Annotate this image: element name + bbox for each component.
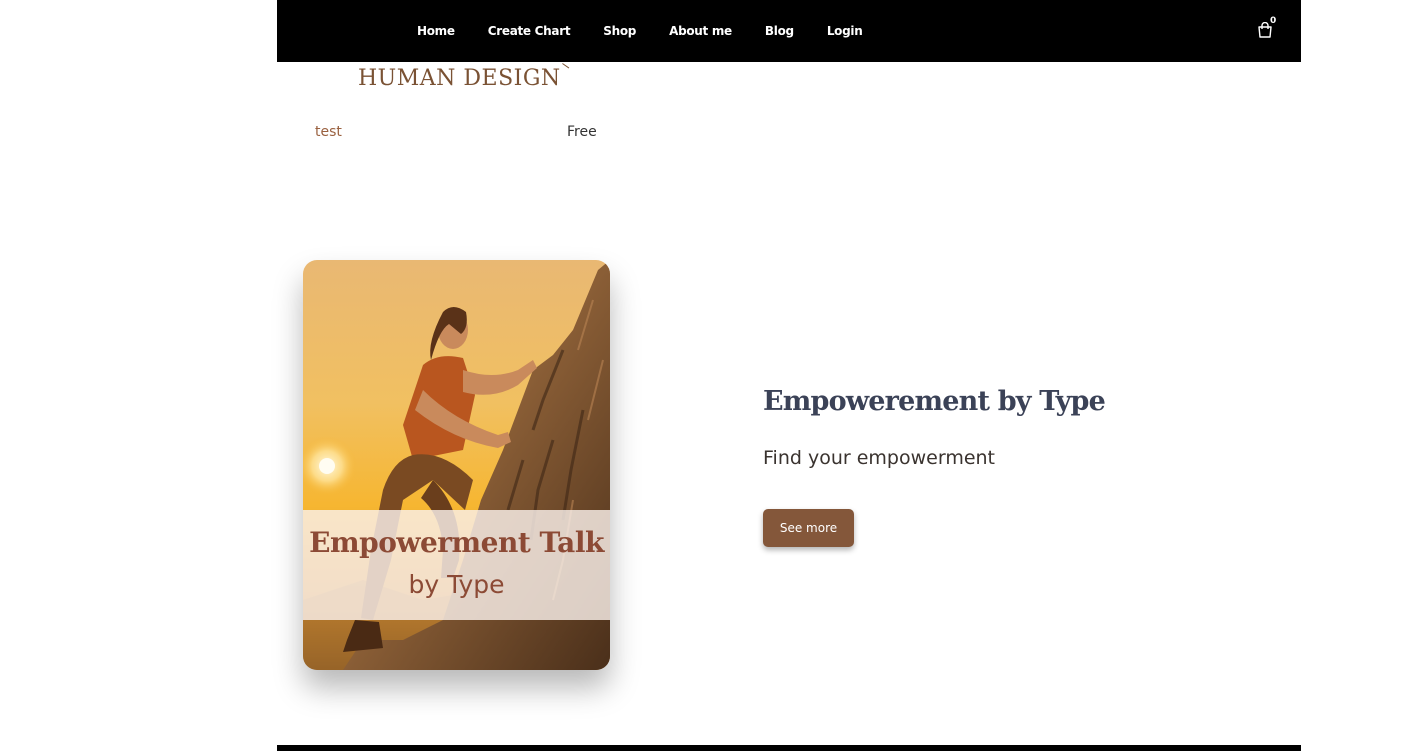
feature-description: Find your empowerment — [763, 447, 996, 469]
see-more-button[interactable]: See more — [763, 509, 854, 547]
card-banner: Empowerment Talk by Type — [303, 510, 610, 620]
card-title: Empowerment Talk — [309, 526, 604, 559]
logo-text: HUMAN DESIGN — [358, 66, 561, 91]
nav-about-me[interactable]: About me — [669, 24, 732, 38]
main-menu: Home Create Chart Shop About me Blog Log… — [417, 0, 895, 62]
logo-mark — [562, 62, 574, 69]
cart-button[interactable]: 0 — [1247, 14, 1277, 44]
product-link[interactable]: test — [315, 124, 342, 140]
page: Home Create Chart Shop About me Blog Log… — [0, 0, 1414, 751]
nav-create-chart[interactable]: Create Chart — [488, 24, 571, 38]
feature-headline: Empowerement by Type — [763, 386, 1106, 417]
product-price: Free — [567, 124, 597, 140]
site-logo[interactable]: HUMAN DESIGN — [358, 62, 588, 96]
nav-blog[interactable]: Blog — [765, 24, 794, 38]
nav-shop[interactable]: Shop — [603, 24, 636, 38]
nav-login[interactable]: Login — [827, 24, 863, 38]
cart-count-badge: 0 — [1270, 16, 1277, 26]
card-subtitle: by Type — [408, 570, 505, 599]
nav-home[interactable]: Home — [417, 24, 455, 38]
feature-image-card[interactable]: Empowerment Talk by Type — [303, 260, 610, 670]
top-navigation-bar: Home Create Chart Shop About me Blog Log… — [277, 0, 1301, 62]
footer-bar — [277, 745, 1301, 751]
